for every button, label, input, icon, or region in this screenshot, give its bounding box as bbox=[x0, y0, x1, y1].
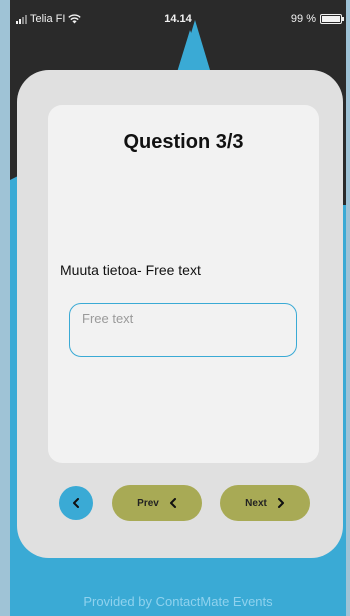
next-label: Next bbox=[245, 497, 267, 509]
chevron-right-icon bbox=[277, 498, 284, 508]
next-button[interactable]: Next bbox=[220, 485, 310, 521]
question-label: Muuta tietoa- Free text bbox=[60, 262, 201, 278]
page-title: Question 3/3 bbox=[123, 131, 244, 153]
footer-credit: Provided by ContactMate Events bbox=[83, 594, 273, 609]
status-right: 99 % bbox=[290, 13, 344, 25]
phone-screen: Telia FI 14.14 99 % Question 3/3 Muuta t… bbox=[10, 0, 346, 616]
prev-label: Prev bbox=[137, 497, 159, 509]
battery-percent: 99 % bbox=[290, 13, 316, 25]
question-panel: Question 3/3 Muuta tietoa- Free text bbox=[48, 105, 319, 463]
battery-icon bbox=[320, 14, 344, 24]
status-bar: Telia FI 14.14 99 % bbox=[10, 0, 346, 40]
prev-button[interactable]: Prev bbox=[112, 485, 202, 521]
free-text-input[interactable] bbox=[69, 303, 297, 357]
back-button[interactable] bbox=[59, 486, 93, 520]
chevron-left-icon bbox=[169, 498, 176, 508]
chevron-left-icon bbox=[73, 498, 79, 508]
